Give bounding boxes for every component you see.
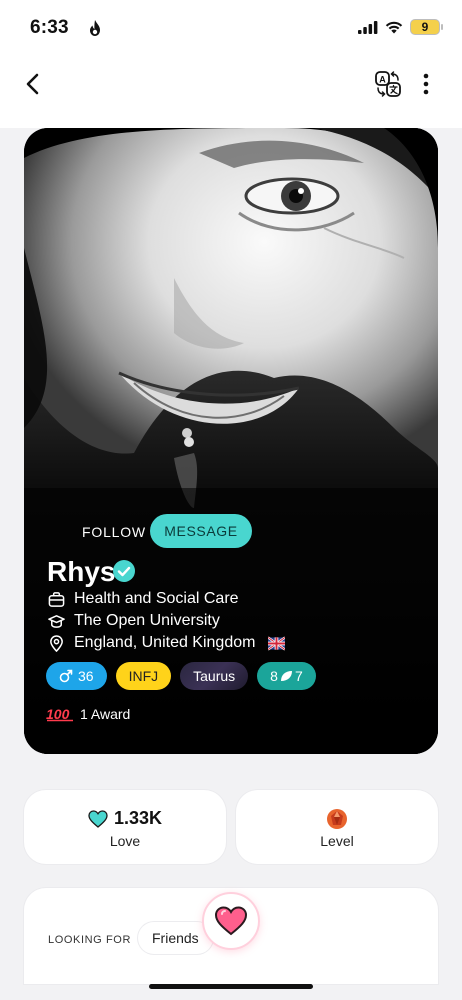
looking-for-chip: Friends — [138, 922, 213, 954]
top-navigation: A — [0, 56, 462, 116]
verified-icon — [113, 560, 135, 582]
location-pin-icon — [50, 634, 63, 652]
briefcase-icon — [48, 591, 65, 607]
looking-for-card: LOOKING FOR Friends — [24, 888, 438, 984]
level-label: Level — [320, 833, 354, 849]
profile-name: Rhys — [47, 556, 116, 587]
profile-photo[interactable] — [24, 128, 438, 754]
message-button[interactable]: MESSAGE — [150, 514, 252, 548]
level-stat-card[interactable]: Level — [236, 790, 438, 864]
zodiac-tag: Taurus — [180, 662, 249, 690]
profile-tags: 36 INFJ Taurus 8 7 — [46, 662, 316, 690]
occupation-text: Health and Social Care — [74, 590, 239, 607]
back-icon[interactable] — [20, 70, 48, 98]
page-header-background — [0, 116, 462, 128]
gender-age-tag: 36 — [46, 662, 107, 690]
home-indicator — [149, 984, 313, 989]
svg-text:A: A — [379, 74, 386, 84]
love-label: Love — [109, 833, 141, 849]
signal-icon — [358, 20, 378, 34]
wifi-icon — [385, 21, 403, 33]
award-text: 1 Award — [80, 706, 131, 722]
more-icon[interactable] — [418, 70, 434, 98]
mbti-tag: INFJ — [115, 662, 172, 690]
status-time: 6:33 — [30, 17, 69, 38]
battery-level: 9 — [421, 20, 429, 34]
leaf-icon — [280, 671, 292, 681]
school-text: The Open University — [74, 612, 220, 629]
translate-icon[interactable]: A — [374, 70, 402, 98]
age-text: 36 — [78, 668, 94, 684]
award-row[interactable]: 100 1 Award — [46, 706, 130, 722]
school-row: The Open University — [48, 612, 220, 630]
gem-icon — [327, 809, 347, 829]
location-text: England, United Kingdom — [74, 634, 256, 651]
status-bar: 6:33 9 — [0, 0, 462, 56]
male-icon — [59, 669, 73, 683]
svg-text:100: 100 — [46, 706, 70, 722]
love-value: 1.33K — [113, 808, 163, 828]
profile-card: FOLLOW MESSAGE Rhys Health and Social Ca… — [24, 128, 438, 754]
battery-indicator: 9 — [410, 19, 443, 35]
flame-icon — [90, 20, 100, 36]
level-number: 8 — [270, 668, 278, 684]
graduation-cap-icon — [48, 614, 65, 628]
occupation-row: Health and Social Care — [48, 590, 239, 608]
heart-icon — [214, 906, 248, 936]
heart-icon — [88, 809, 108, 828]
level-suffix: 7 — [294, 668, 303, 684]
level-tag: 8 7 — [257, 662, 316, 690]
like-button[interactable] — [202, 892, 260, 950]
looking-for-label: LOOKING FOR — [48, 934, 131, 946]
award-100-icon: 100 — [46, 706, 73, 722]
location-row: England, United Kingdom — [48, 634, 286, 652]
uk-flag-icon — [268, 635, 286, 651]
love-stat-card[interactable]: 1.33K Love — [24, 790, 226, 864]
